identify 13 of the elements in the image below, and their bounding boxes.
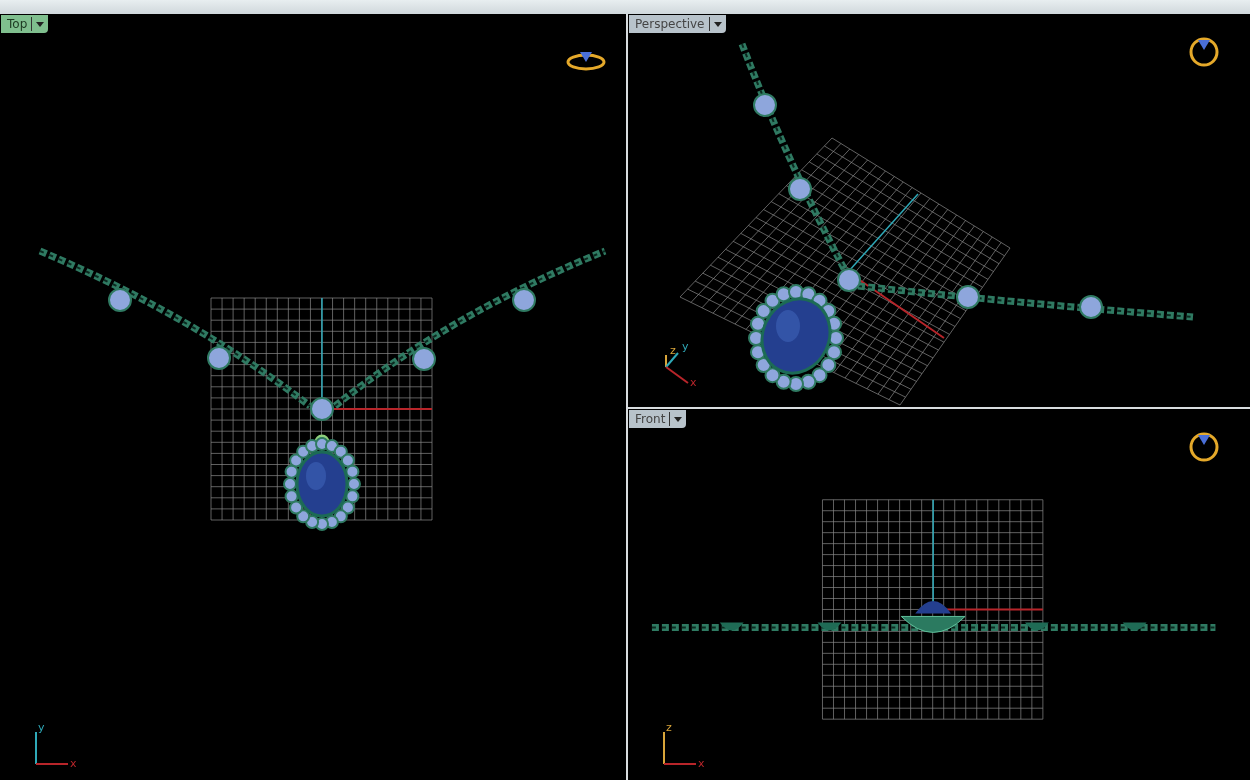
- axis-label: z: [666, 722, 672, 733]
- caret-icon[interactable]: [36, 21, 45, 27]
- axis-label: x: [70, 758, 77, 769]
- caret-icon[interactable]: [713, 21, 722, 27]
- axis-label: z: [670, 345, 676, 356]
- viewport-tab[interactable]: Perspective: [629, 15, 726, 33]
- viewport-tab[interactable]: Front: [629, 410, 687, 428]
- caret-icon[interactable]: [674, 416, 683, 422]
- axis-label: x: [698, 758, 705, 769]
- axis-label: y: [682, 341, 689, 352]
- viewport-tab[interactable]: Top: [1, 15, 49, 33]
- axis-label: y: [38, 722, 45, 733]
- axis-label: x: [690, 377, 697, 388]
